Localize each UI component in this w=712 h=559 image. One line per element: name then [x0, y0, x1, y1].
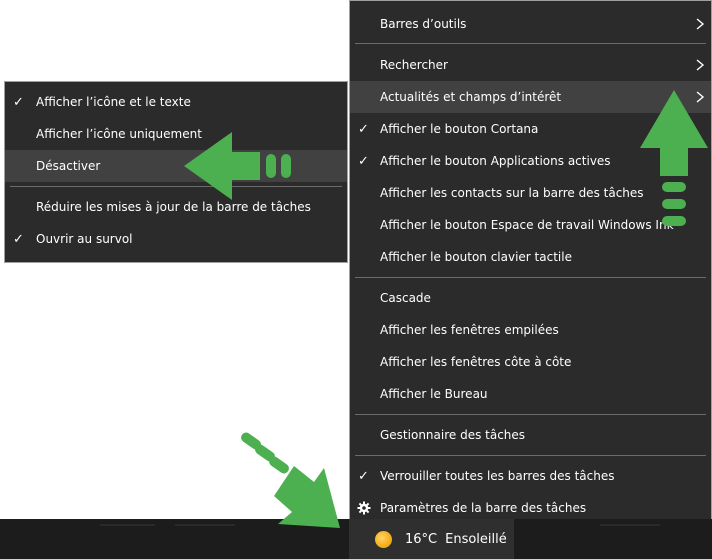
- menu-separator: [355, 277, 706, 278]
- weather-widget[interactable]: 16°C Ensoleillé: [349, 519, 514, 559]
- menu-item-label: Verrouiller toutes les barres des tâches: [380, 469, 615, 483]
- menu-item-label: Afficher les fenêtres empilées: [380, 323, 559, 337]
- menu-item-clavier-tactile[interactable]: Afficher le bouton clavier tactile: [350, 241, 711, 273]
- menu-separator: [355, 455, 706, 456]
- menu-item-label: Cascade: [380, 291, 431, 305]
- menu-item-label: Rechercher: [380, 58, 448, 72]
- menu-item-label: Afficher l’icône uniquement: [36, 127, 202, 141]
- submenu-item-icone-texte[interactable]: ✓ Afficher l’icône et le texte: [5, 86, 347, 118]
- menu-item-label: Gestionnaire des tâches: [380, 428, 526, 442]
- menu-item-label: Afficher le bouton Applications actives: [380, 154, 611, 168]
- taskbar-decoration: [175, 524, 235, 526]
- weather-temperature: 16°C: [405, 531, 438, 547]
- checkmark-icon: ✓: [358, 153, 369, 169]
- menu-separator: [355, 414, 706, 415]
- menu-item-label: Afficher le bouton Espace de travail Win…: [380, 218, 674, 232]
- sun-icon: [375, 530, 392, 548]
- menu-item-label: Désactiver: [36, 159, 101, 173]
- menu-item-gestionnaire-taches[interactable]: Gestionnaire des tâches: [350, 419, 711, 451]
- checkmark-icon: ✓: [13, 231, 24, 247]
- menu-item-fenetres-empilees[interactable]: Afficher les fenêtres empilées: [350, 314, 711, 346]
- menu-item-label: Afficher le bouton clavier tactile: [380, 250, 572, 264]
- menu-item-afficher-bureau[interactable]: Afficher le Bureau: [350, 378, 711, 410]
- menu-item-fenetres-cote-a-cote[interactable]: Afficher les fenêtres côte à côte: [350, 346, 711, 378]
- menu-item-barres-outils[interactable]: Barres d’outils: [350, 8, 711, 40]
- chevron-right-icon: [695, 8, 705, 40]
- menu-item-label: Ouvrir au survol: [36, 232, 133, 246]
- menu-item-label: Afficher les fenêtres côte à côte: [380, 355, 572, 369]
- weather-condition: Ensoleillé: [445, 531, 507, 547]
- menu-item-label: Actualités et champs d’intérêt: [380, 90, 562, 104]
- menu-separator: [355, 43, 706, 44]
- menu-item-cascade[interactable]: Cascade: [350, 282, 711, 314]
- menu-item-label: Barres d’outils: [380, 17, 467, 31]
- taskbar-decoration: [600, 524, 660, 526]
- menu-item-label: Afficher l’icône et le texte: [36, 95, 191, 109]
- chevron-right-icon: [695, 49, 705, 81]
- taskbar-context-menu: Barres d’outils Rechercher Actualités et…: [349, 0, 712, 523]
- up-arrow-annotation-icon: [640, 90, 708, 226]
- left-arrow-annotation-icon: [184, 132, 291, 200]
- menu-item-rechercher[interactable]: Rechercher: [350, 49, 711, 81]
- menu-item-label: Paramètres de la barre des tâches: [380, 501, 587, 515]
- checkmark-icon: ✓: [358, 121, 369, 137]
- submenu-item-ouvrir-survol[interactable]: ✓ Ouvrir au survol: [5, 223, 347, 255]
- checkmark-icon: ✓: [13, 94, 24, 110]
- menu-item-label: Afficher les contacts sur la barre des t…: [380, 186, 644, 200]
- menu-item-verrouiller[interactable]: ✓ Verrouiller toutes les barres des tâch…: [350, 460, 711, 492]
- menu-item-label: Afficher le bouton Cortana: [380, 122, 539, 136]
- down-right-arrow-annotation-icon: [241, 432, 340, 528]
- menu-item-label: Afficher le Bureau: [380, 387, 488, 401]
- taskbar-decoration: [100, 524, 155, 526]
